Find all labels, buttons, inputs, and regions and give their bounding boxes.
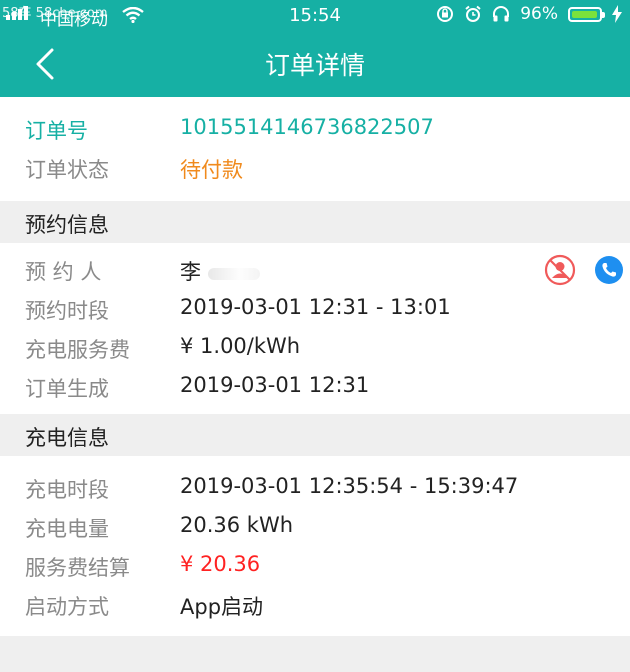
reservation-period-label: 预约时段 (25, 299, 109, 323)
reservation-person-value: 李 (180, 260, 201, 284)
settlement-row: 服务费结算 ¥ 20.36 (0, 547, 630, 587)
charging-bolt-icon (612, 5, 622, 23)
order-created-row: 订单生成 2019-03-01 12:31 (0, 368, 630, 408)
settlement-value: ¥ 20.36 (180, 552, 261, 576)
reservation-period-row: 预约时段 2019-03-01 12:31 - 13:01 (0, 290, 630, 330)
rotation-lock-icon (437, 6, 454, 22)
order-number-value: 1015514146736822507 (180, 115, 434, 139)
headphones-icon (493, 6, 510, 22)
start-method-value: App启动 (180, 595, 264, 619)
page-title: 订单详情 (264, 51, 365, 80)
order-status-label: 订单状态 (25, 158, 109, 182)
phone-icon[interactable] (594, 255, 624, 285)
service-fee-row: 充电服务费 ¥ 1.00/kWh (0, 329, 630, 369)
order-created-label: 订单生成 (25, 377, 109, 401)
service-fee-label: 充电服务费 (25, 338, 130, 362)
charging-period-value: 2019-03-01 12:35:54 - 15:39:47 (180, 474, 519, 498)
charging-section-title: 充电信息 (25, 426, 109, 450)
reservation-person-label: 预 约 人 (25, 260, 102, 284)
charging-period-row: 充电时段 2019-03-01 12:35:54 - 15:39:47 (0, 469, 630, 509)
charging-section: 充电时段 2019-03-01 12:35:54 - 15:39:47 充电电量… (0, 456, 630, 636)
reservation-section-title: 预约信息 (25, 213, 109, 237)
start-method-label: 启动方式 (25, 595, 109, 619)
service-fee-value: ¥ 1.00/kWh (180, 334, 301, 358)
order-status-value: 待付款 (180, 158, 243, 182)
alarm-icon (465, 5, 481, 22)
reservation-period-value: 2019-03-01 12:31 - 13:01 (180, 295, 451, 319)
charging-energy-row: 充电电量 20.36 kWh (0, 508, 630, 548)
reservation-person-row: 预 约 人 李 (0, 251, 630, 291)
order-created-value: 2019-03-01 12:31 (180, 373, 370, 397)
settlement-label: 服务费结算 (25, 556, 130, 580)
order-section: 订单号 1015514146736822507 订单状态 待付款 (0, 97, 630, 201)
nav-bar: 订单详情 (0, 30, 630, 97)
charging-energy-label: 充电电量 (25, 517, 109, 541)
reservation-header: 预约信息 (0, 201, 630, 243)
charging-energy-value: 20.36 kWh (180, 513, 294, 537)
battery-percent: 96% (520, 4, 558, 24)
order-number-label: 订单号 (25, 119, 88, 143)
battery-icon (568, 6, 605, 22)
redacted-name (208, 268, 260, 280)
order-number-row: 订单号 1015514146736822507 (0, 110, 630, 150)
order-status-row: 订单状态 待付款 (0, 149, 630, 189)
charging-header: 充电信息 (0, 414, 630, 456)
start-method-row: 启动方式 App启动 (0, 586, 630, 626)
status-bar: 58车 58che.com 中国移动 15:54 96% (0, 0, 630, 30)
reservation-section: 预 约 人 李 预约时段 2019-03-01 12:31 - 13:01 充电… (0, 243, 630, 414)
charging-period-label: 充电时段 (25, 478, 109, 502)
user-blocked-icon[interactable] (544, 254, 576, 286)
